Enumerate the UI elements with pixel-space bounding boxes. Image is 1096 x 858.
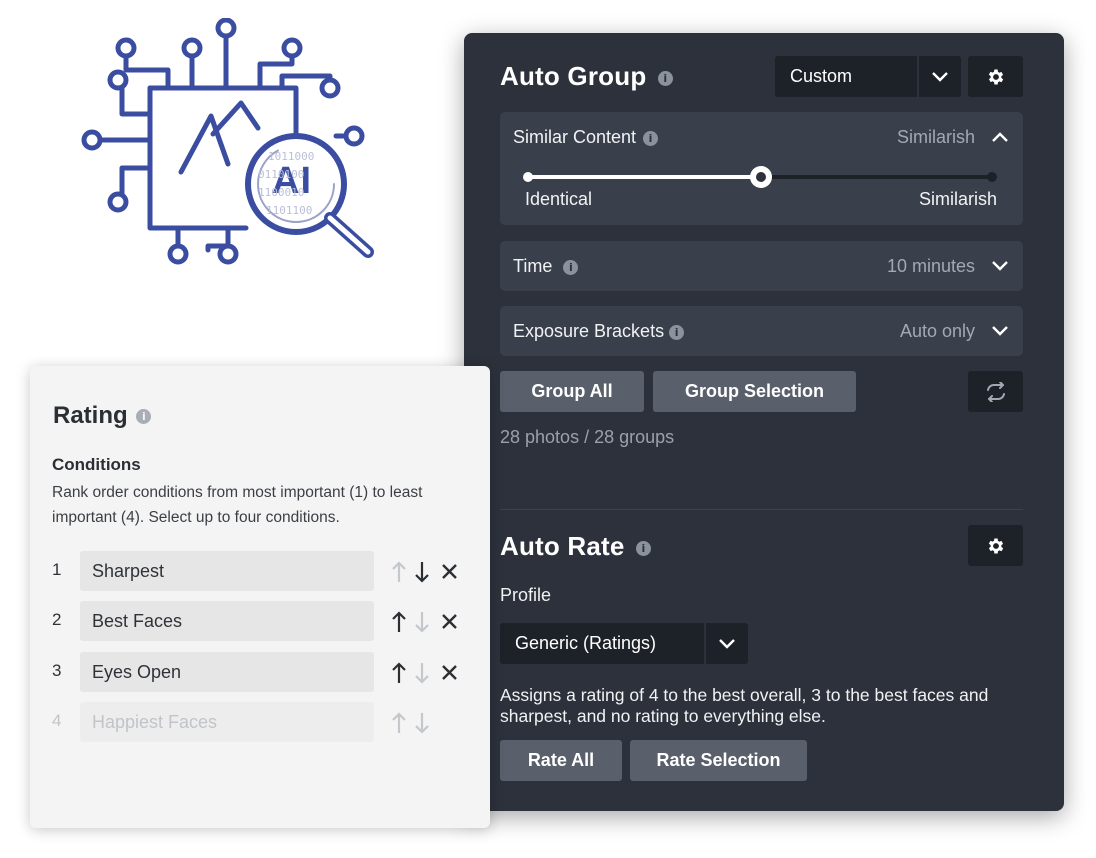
move-down-icon <box>415 663 429 684</box>
slider-min-label: Identical <box>525 189 593 209</box>
slider-max-label: Similarish <box>918 189 997 209</box>
profile-label: Profile <box>500 585 552 605</box>
rate-settings-button[interactable] <box>968 525 1023 566</box>
similar-content-label: Similar Content i <box>513 127 659 148</box>
group-settings-button[interactable] <box>968 56 1023 97</box>
auto-group-title: Auto Group i <box>500 61 673 92</box>
condition-rank: 3 <box>52 661 62 680</box>
chevron-down-icon[interactable] <box>917 56 961 97</box>
condition-rank: 1 <box>52 560 62 579</box>
move-down-icon <box>415 713 429 734</box>
rate-selection-button[interactable]: Rate Selection <box>630 740 807 781</box>
gear-icon <box>988 69 1003 84</box>
conditions-label: Conditions <box>52 455 141 474</box>
auto-rate-title: Auto Rate i <box>500 531 652 562</box>
auto-panel: Auto Group i Custom Similar Content i Si… <box>464 33 1064 811</box>
slider-thumb[interactable] <box>750 166 772 188</box>
group-status: 28 photos / 28 groups <box>500 427 675 447</box>
move-up-icon[interactable] <box>392 611 406 633</box>
exposure-label: Exposure Brackets i <box>513 321 685 342</box>
chevron-down-icon[interactable] <box>991 260 1009 272</box>
time-section[interactable]: Time i 10 minutes <box>500 241 1023 291</box>
time-value: 10 minutes <box>886 256 975 276</box>
similarity-slider[interactable] <box>523 166 997 188</box>
profile-select[interactable]: Generic (Ratings) <box>500 623 748 664</box>
group-preset-select[interactable]: Custom <box>775 56 961 97</box>
condition-select[interactable]: Happiest Faces <box>80 702 374 742</box>
conditions-description: Rank order conditions from most importan… <box>52 484 423 526</box>
exposure-section[interactable]: Exposure Brackets i Auto only <box>500 306 1023 356</box>
regroup-button[interactable] <box>968 371 1023 412</box>
similar-content-value: Similarish <box>896 127 975 147</box>
condition-select[interactable]: Sharpest <box>80 551 374 591</box>
rating-title: Rating i <box>53 402 152 430</box>
swap-arrows-icon <box>986 381 1005 402</box>
move-up-icon[interactable] <box>392 662 406 684</box>
time-label: Time i <box>513 256 579 277</box>
condition-row: 3 Eyes Open <box>30 652 490 692</box>
ai-logo-binary: 1011000 0110100 1100010 1101100 <box>258 150 315 217</box>
condition-row: 2 Best Faces <box>30 601 490 641</box>
rating-card: Rating i Conditions Rank order condition… <box>30 366 490 828</box>
gear-icon <box>988 538 1003 553</box>
info-icon[interactable]: i <box>643 130 659 146</box>
condition-rank: 2 <box>52 610 62 629</box>
info-icon[interactable]: i <box>669 324 685 340</box>
group-all-button[interactable]: Group All <box>500 371 644 412</box>
condition-select[interactable]: Eyes Open <box>80 652 374 692</box>
profile-description: Assigns a rating of 4 to the best overal… <box>500 685 989 726</box>
ai-logo-icon <box>81 18 374 265</box>
condition-row: 4 Happiest Faces <box>30 702 490 742</box>
group-preset-value: Custom <box>790 66 853 86</box>
move-up-icon <box>392 712 406 733</box>
slider-end-dot <box>987 172 997 182</box>
move-down-icon[interactable] <box>415 561 429 583</box>
chevron-down-icon[interactable] <box>991 325 1009 337</box>
section-divider <box>500 509 1023 510</box>
condition-rank: 4 <box>52 711 62 730</box>
info-icon[interactable]: i <box>563 259 579 275</box>
info-icon[interactable]: i <box>657 70 673 86</box>
slider-fill <box>528 175 761 179</box>
info-icon[interactable]: i <box>636 540 652 556</box>
group-selection-button[interactable]: Group Selection <box>653 371 856 412</box>
move-down-icon <box>415 612 429 633</box>
slider-start-dot <box>523 172 533 182</box>
remove-icon[interactable] <box>442 665 457 680</box>
remove-icon[interactable] <box>442 564 457 579</box>
exposure-value: Auto only <box>899 321 975 341</box>
profile-value: Generic (Ratings) <box>515 633 657 653</box>
move-up-icon <box>392 561 406 582</box>
similar-content-section: Similar Content i Similarish Identical S… <box>500 112 1023 225</box>
condition-select[interactable]: Best Faces <box>80 601 374 641</box>
condition-row: 1 Sharpest <box>30 551 490 591</box>
chevron-up-icon[interactable] <box>991 131 1009 143</box>
chevron-down-icon[interactable] <box>704 623 748 664</box>
remove-icon[interactable] <box>442 614 457 629</box>
rate-all-button[interactable]: Rate All <box>500 740 622 781</box>
info-icon[interactable]: i <box>136 409 152 425</box>
